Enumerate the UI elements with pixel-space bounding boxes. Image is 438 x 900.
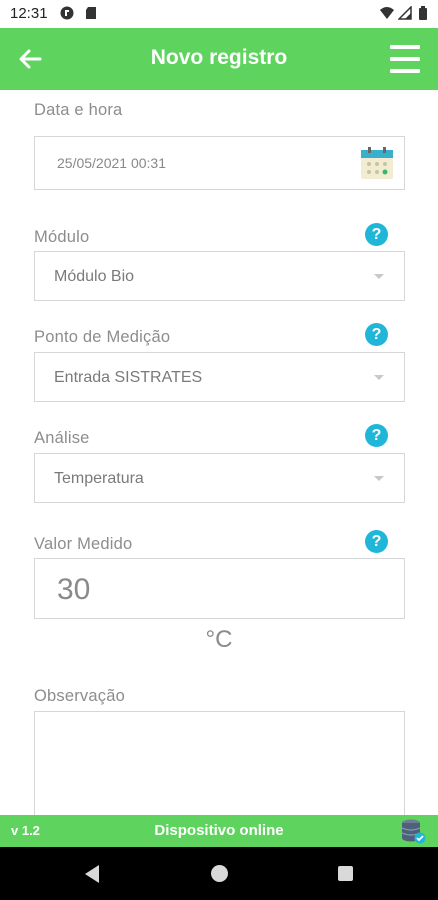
measured-help-icon[interactable]: ? (365, 530, 388, 553)
observation-textarea[interactable] (34, 711, 405, 821)
connection-status-bar: v 1.2 Dispositivo online (0, 815, 438, 847)
database-sync-icon (401, 819, 426, 844)
chevron-down-icon (374, 476, 384, 481)
module-select[interactable]: Módulo Bio (34, 251, 405, 301)
observation-label: Observação (34, 687, 125, 705)
app-bar: Novo registro (0, 28, 438, 90)
point-label: Ponto de Medição (34, 328, 171, 346)
date-value: 25/05/2021 00:31 (57, 155, 166, 171)
measured-label: Valor Medido (34, 535, 133, 553)
measured-value: 30 (57, 573, 91, 606)
system-nav-bar (0, 847, 438, 900)
measured-value-input[interactable]: 30 (34, 558, 405, 619)
point-help-icon[interactable]: ? (365, 323, 388, 346)
analysis-value: Temperatura (54, 470, 144, 487)
unit-label: °C (205, 626, 233, 653)
signal-icon (398, 6, 412, 20)
nav-home-icon[interactable] (211, 865, 228, 882)
point-select[interactable]: Entrada SISTRATES (34, 352, 405, 402)
analysis-help-icon[interactable]: ? (365, 424, 388, 447)
status-time: 12:31 (10, 5, 48, 22)
status-bar: 12:31 (0, 0, 438, 28)
module-value: Módulo Bio (54, 268, 135, 285)
date-label: Data e hora (34, 101, 123, 119)
menu-icon[interactable] (388, 42, 422, 76)
point-value: Entrada SISTRATES (54, 369, 203, 386)
chevron-down-icon (374, 274, 384, 279)
nav-back-icon[interactable] (85, 865, 99, 883)
module-help-icon[interactable]: ? (365, 223, 388, 246)
nav-recents-icon[interactable] (338, 866, 353, 881)
battery-icon (419, 6, 427, 20)
module-label: Módulo (34, 228, 90, 246)
chevron-down-icon (374, 375, 384, 380)
date-field[interactable]: 25/05/2021 00:31 (34, 136, 405, 190)
notification-icon (60, 6, 74, 20)
calendar-icon[interactable] (360, 146, 394, 180)
sd-card-icon (86, 7, 96, 19)
analysis-select[interactable]: Temperatura (34, 453, 405, 503)
page-title: Novo registro (150, 46, 288, 69)
wifi-icon (380, 7, 394, 19)
online-status: Dispositivo online (154, 822, 284, 839)
analysis-label: Análise (34, 429, 90, 447)
